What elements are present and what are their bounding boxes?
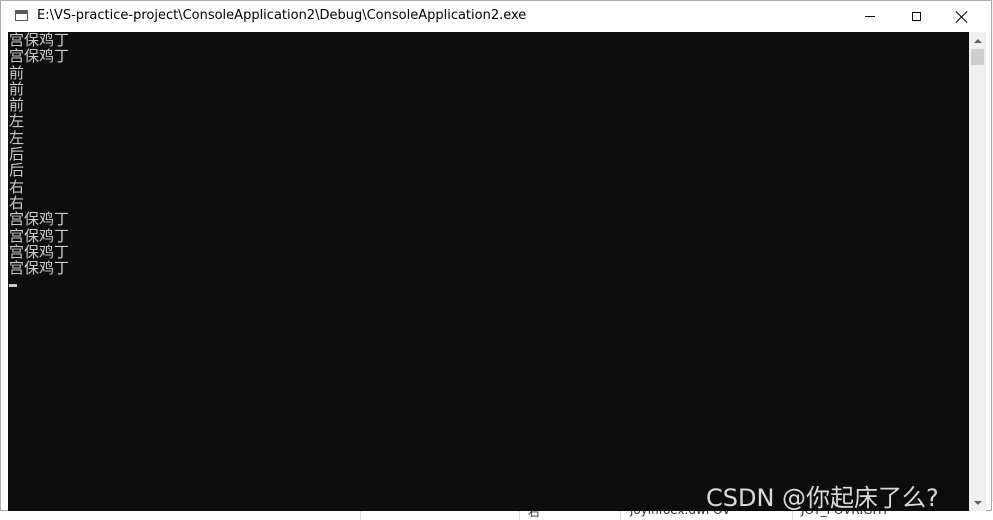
window-title: E:\VS-practice-project\ConsoleApplicatio… bbox=[37, 8, 527, 23]
console-line: 宫保鸡丁 bbox=[9, 259, 70, 278]
console-line: 宫保鸡丁 bbox=[9, 32, 70, 49]
console-lines: 宫保鸡丁 宫保鸡丁 前 前 前 左 左 后 后 右 右 宫保鸡丁 宫保鸡丁 宫保… bbox=[9, 32, 69, 276]
console-line: 右 bbox=[9, 193, 25, 212]
maximize-icon bbox=[911, 12, 921, 21]
console-line: 后 bbox=[9, 145, 25, 164]
scroll-thumb[interactable] bbox=[971, 49, 984, 65]
chevron-down-icon bbox=[973, 500, 982, 505]
console-line: 前 bbox=[9, 79, 25, 98]
console-line: 左 bbox=[9, 128, 25, 147]
scroll-down-button[interactable] bbox=[969, 494, 986, 511]
text-cursor bbox=[9, 284, 17, 287]
csdn-watermark: CSDN @你起床了么? bbox=[706, 484, 939, 512]
console-output-area[interactable]: 宫保鸡丁 宫保鸡丁 前 前 前 左 左 后 后 右 右 宫保鸡丁 宫保鸡丁 宫保… bbox=[8, 32, 969, 511]
console-line: 前 bbox=[9, 63, 25, 82]
console-line: 左 bbox=[9, 112, 25, 131]
console-line: 宫保鸡丁 bbox=[9, 226, 70, 245]
console-line: 宫保鸡丁 bbox=[9, 242, 70, 261]
console-line: 前 bbox=[9, 96, 25, 115]
console-window: E:\VS-practice-project\ConsoleApplicatio… bbox=[0, 0, 992, 511]
console-line: 右 bbox=[9, 177, 25, 196]
title-bar[interactable]: E:\VS-practice-project\ConsoleApplicatio… bbox=[1, 1, 991, 32]
close-icon bbox=[956, 11, 968, 23]
scroll-up-button[interactable] bbox=[969, 32, 986, 49]
console-line: 宫保鸡丁 bbox=[9, 47, 70, 66]
console-line: 宫保鸡丁 bbox=[9, 210, 70, 229]
console-app-icon[interactable] bbox=[15, 10, 28, 21]
minimize-button[interactable] bbox=[847, 1, 893, 32]
chevron-up-icon bbox=[973, 38, 982, 43]
close-button[interactable] bbox=[939, 1, 985, 32]
maximize-button[interactable] bbox=[893, 1, 939, 32]
vertical-scrollbar[interactable] bbox=[969, 32, 986, 511]
console-line: 后 bbox=[9, 161, 25, 180]
minimize-icon bbox=[865, 16, 875, 17]
